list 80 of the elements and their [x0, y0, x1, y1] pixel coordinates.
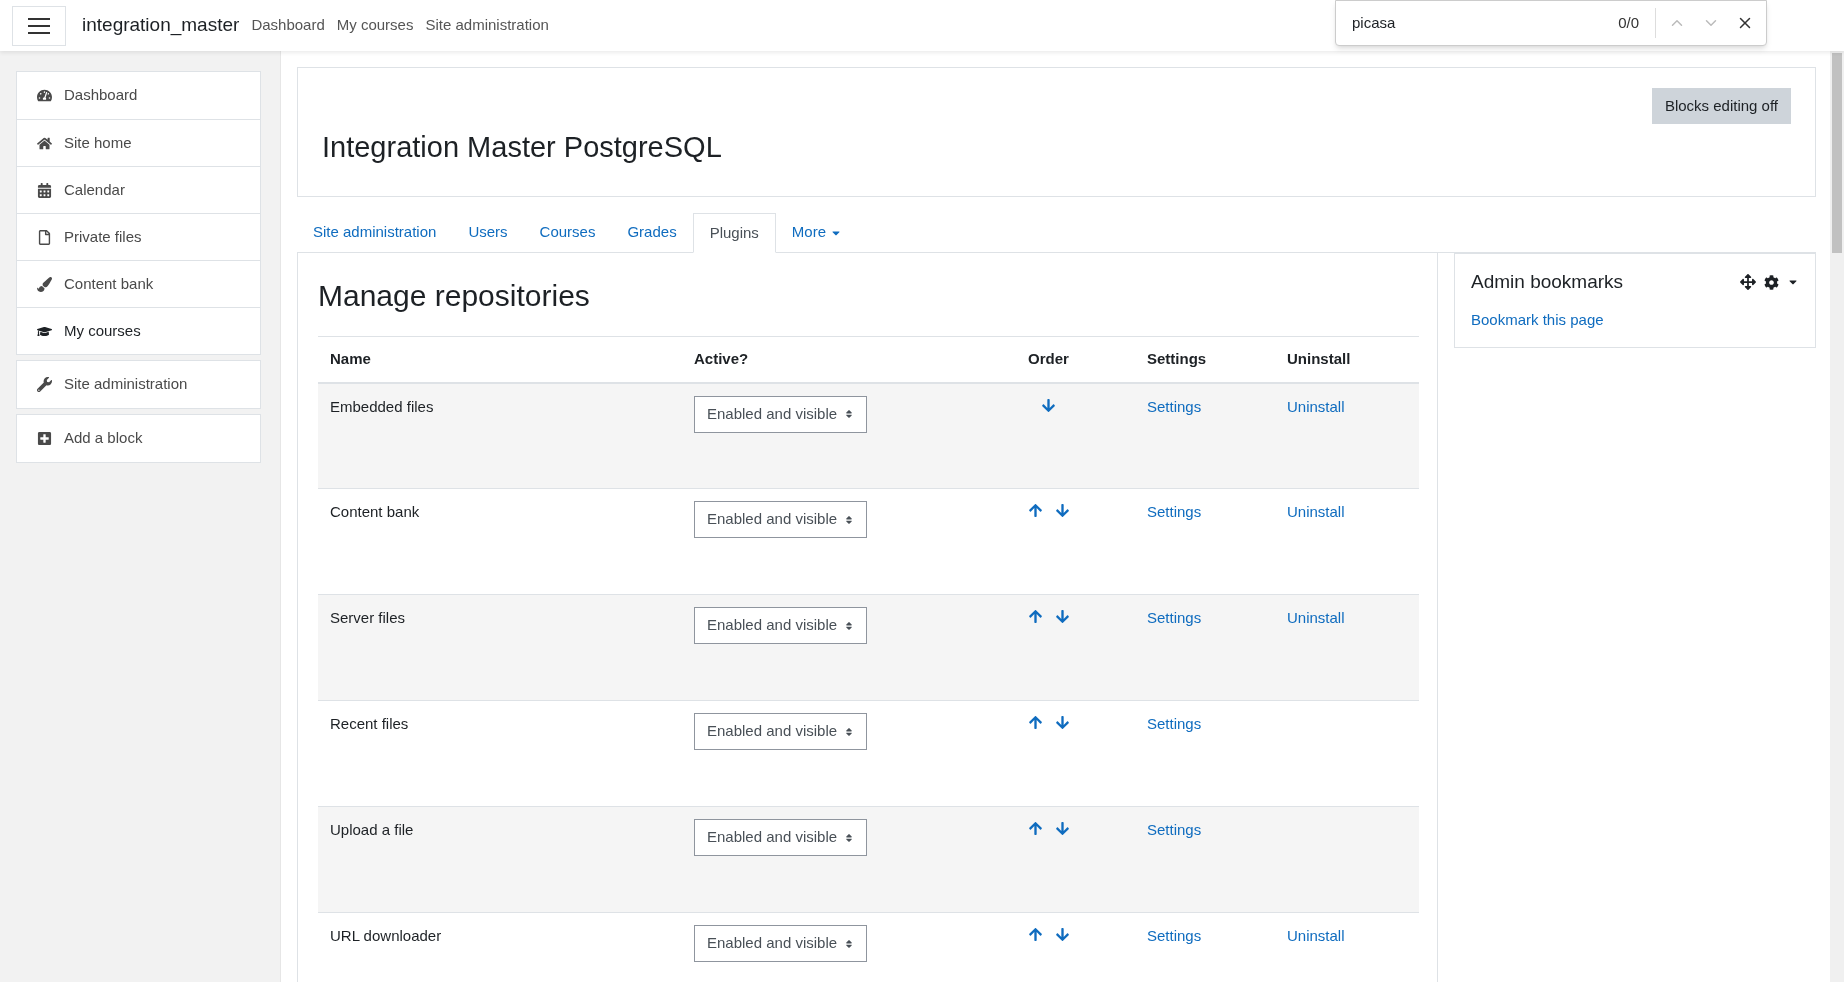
select-field[interactable]: Enabled and visible — [694, 819, 867, 856]
column-header: Active? — [682, 336, 962, 383]
sidebar-item[interactable]: Private files — [17, 213, 260, 260]
table-cell: Recent files — [318, 700, 682, 807]
nav-link[interactable]: Site administration — [425, 14, 549, 37]
menu-icon — [28, 17, 50, 34]
up-arrow-icon[interactable] — [1027, 927, 1043, 942]
select-field[interactable]: Enabled and visible — [694, 607, 867, 644]
select-field[interactable]: Enabled and visible — [694, 395, 867, 433]
column-header: Settings — [1135, 336, 1275, 383]
column-header: Order — [962, 336, 1135, 383]
settings-link[interactable]: Settings — [1147, 503, 1202, 520]
sort-icon — [844, 726, 854, 737]
settings-icon[interactable] — [1764, 274, 1779, 290]
tab[interactable]: Courses — [523, 213, 612, 252]
column-header: Name — [318, 336, 682, 383]
sidebar-item[interactable]: Dashboard — [17, 72, 260, 119]
sort-icon — [844, 409, 854, 419]
tab[interactable]: Users — [452, 213, 524, 252]
table-cell: Content bank — [318, 488, 682, 595]
site-title: Integration Master PostgreSQL — [322, 130, 722, 165]
sort-icon — [844, 832, 854, 843]
settings-link[interactable]: Settings — [1147, 715, 1202, 732]
down-arrow-icon[interactable] — [1054, 609, 1070, 624]
move-icon[interactable] — [1740, 274, 1756, 291]
up-arrow-icon[interactable] — [1027, 609, 1043, 624]
settings-link[interactable]: Settings — [1147, 927, 1202, 944]
settings-link[interactable]: Settings — [1147, 821, 1202, 838]
menu-button[interactable] — [12, 5, 66, 46]
tab[interactable]: Site administration — [297, 213, 453, 252]
sort-icon — [844, 514, 854, 525]
blocks-editing-button[interactable]: Blocks editing off — [1651, 88, 1791, 124]
column-header: Uninstall — [1275, 336, 1419, 383]
page-heading: Manage repositories — [318, 278, 591, 314]
tab[interactable]: Plugins — [692, 213, 776, 253]
sidebar-item[interactable]: My courses — [17, 307, 260, 354]
sidebar-item[interactable]: Calendar — [17, 166, 260, 213]
table-cell: Server files — [318, 594, 682, 701]
settings-link[interactable]: Settings — [1147, 609, 1202, 626]
sidebar-item[interactable]: Site administration — [17, 361, 260, 408]
down-arrow-icon[interactable] — [1054, 927, 1070, 942]
uninstall-link[interactable]: Uninstall — [1287, 609, 1345, 626]
up-arrow-icon[interactable] — [1027, 715, 1043, 730]
up-arrow-icon[interactable] — [1027, 821, 1043, 836]
table-cell: Embedded files — [318, 382, 682, 489]
site-name[interactable]: integration_master — [82, 11, 240, 40]
gauge-icon — [37, 88, 52, 103]
sidebar-item[interactable]: Site home — [17, 119, 260, 166]
select-field[interactable]: Enabled and visible — [694, 713, 867, 750]
uninstall-link[interactable]: Uninstall — [1287, 927, 1345, 944]
select-field[interactable]: Enabled and visible — [694, 501, 867, 538]
find-input[interactable]: picasa — [1352, 11, 1619, 35]
down-arrow-icon[interactable] — [1054, 821, 1070, 836]
uninstall-link[interactable]: Uninstall — [1287, 503, 1345, 520]
uninstall-link[interactable]: Uninstall — [1287, 397, 1345, 415]
wrench-icon — [37, 377, 52, 392]
up-arrow-icon[interactable] — [1027, 503, 1043, 518]
tab[interactable]: More — [775, 213, 859, 252]
select-field[interactable]: Enabled and visible — [694, 925, 867, 962]
bookmark-link[interactable]: Bookmark this page — [1471, 308, 1799, 331]
block-title: Admin bookmarks — [1471, 270, 1624, 294]
find-bar[interactable]: picasa 0/0 — [1335, 0, 1767, 46]
down-arrow-icon[interactable] — [1041, 397, 1056, 413]
sort-icon — [844, 938, 854, 949]
calendar-icon — [37, 182, 52, 198]
file-icon — [37, 229, 52, 245]
table-cell: Upload a file — [318, 806, 682, 913]
sidebar-item[interactable]: Add a block — [17, 415, 260, 462]
tab[interactable]: Grades — [611, 213, 693, 252]
down-arrow-icon[interactable] — [1054, 715, 1070, 730]
nav-link[interactable]: My courses — [336, 14, 414, 37]
settings-link[interactable]: Settings — [1147, 397, 1202, 415]
brush-icon — [37, 276, 52, 292]
sort-icon — [844, 620, 854, 631]
down-arrow-icon[interactable] — [1054, 503, 1070, 518]
match-count: 0/0 — [1618, 12, 1639, 33]
sidebar-item[interactable]: Content bank — [17, 260, 260, 307]
home-icon — [37, 135, 52, 151]
nav-link[interactable]: Dashboard — [251, 14, 325, 37]
table-cell: URL downloader — [318, 912, 682, 982]
